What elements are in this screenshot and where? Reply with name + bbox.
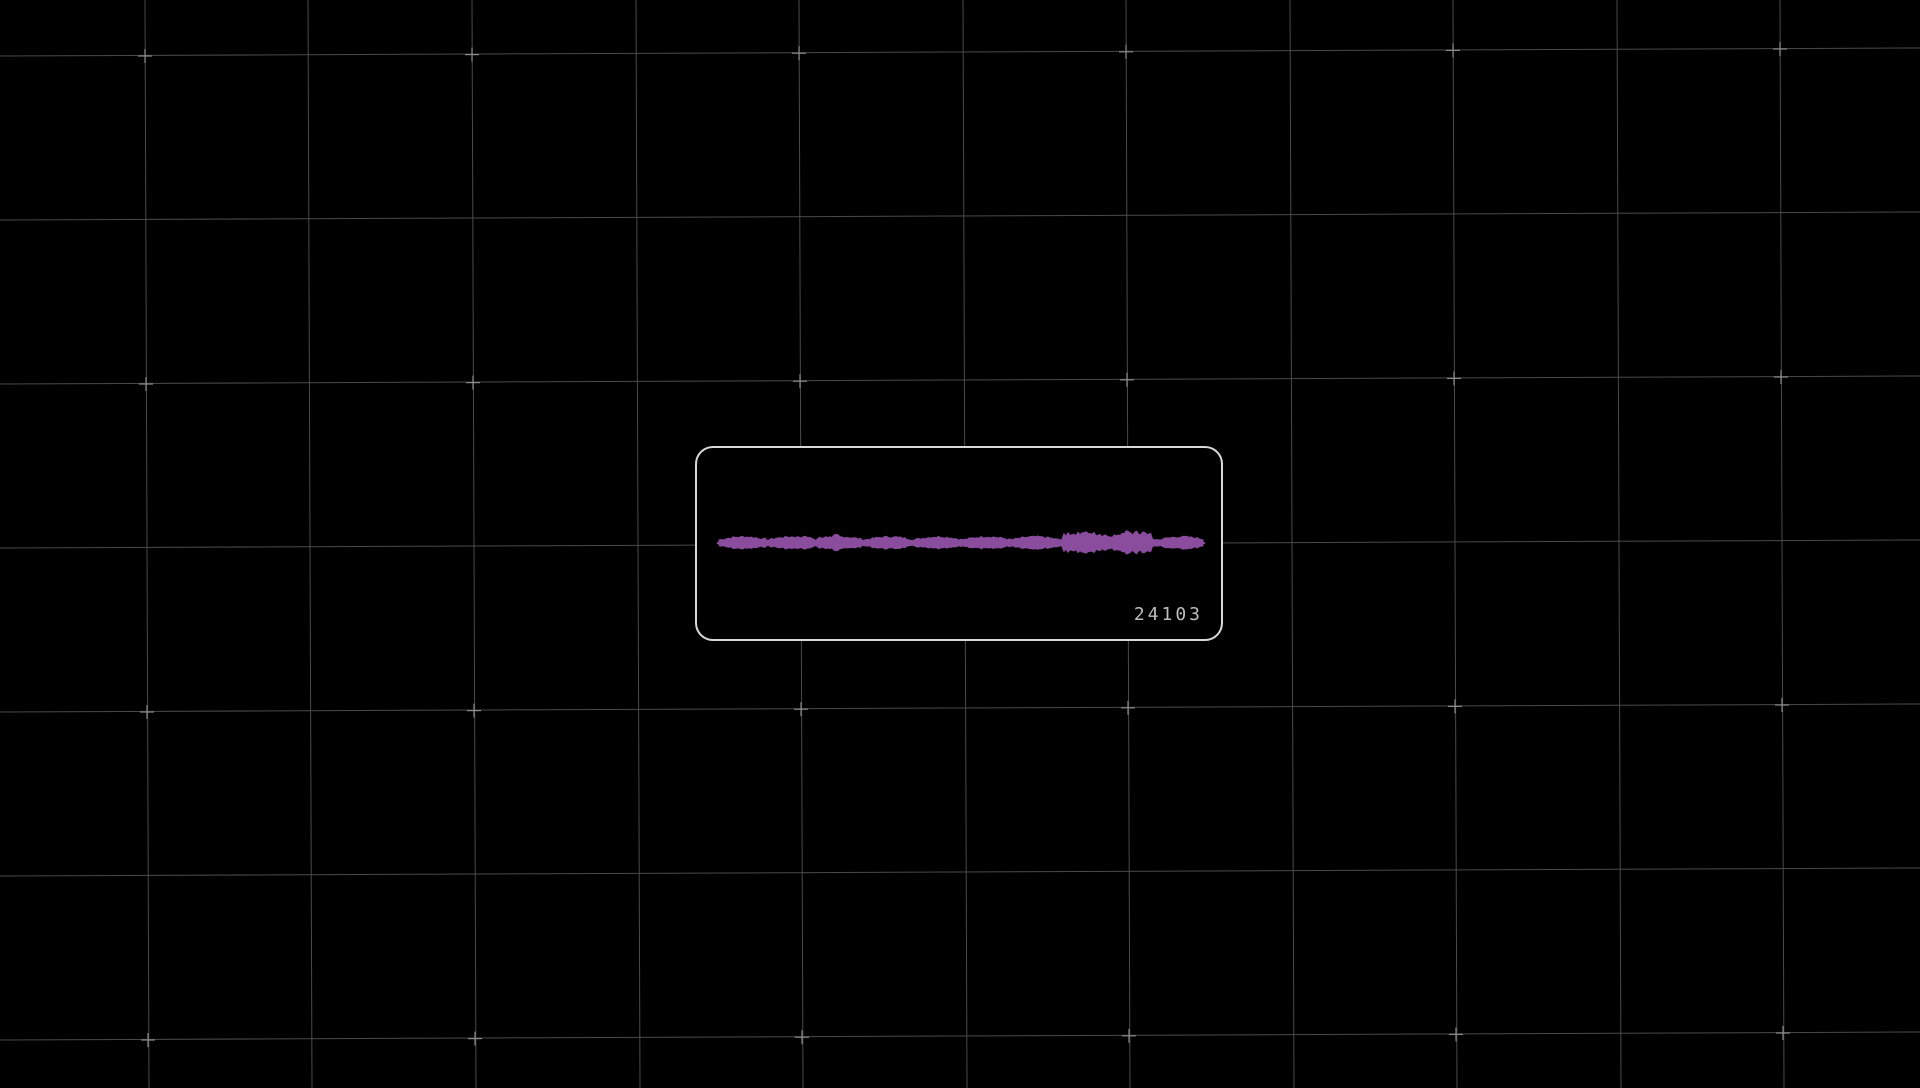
plus-cross-icon <box>792 46 806 61</box>
grid-line-vertical <box>1616 0 1622 1088</box>
plus-cross-icon <box>139 377 153 391</box>
plus-cross-icon <box>1122 1028 1136 1043</box>
grid-line-horizontal <box>0 211 1920 221</box>
plus-cross-icon <box>795 1030 809 1045</box>
plus-cross-icon <box>141 1033 155 1047</box>
plus-cross-icon <box>1774 370 1788 384</box>
plus-cross-icon <box>1446 43 1460 58</box>
plus-cross-icon <box>467 703 481 718</box>
plus-cross-icon <box>140 705 154 719</box>
plus-cross-icon <box>1776 1026 1790 1040</box>
grid-line-horizontal <box>0 47 1920 57</box>
plus-cross-icon <box>1121 700 1135 715</box>
plus-cross-icon <box>1449 1027 1463 1042</box>
plus-cross-icon <box>1448 699 1462 714</box>
plus-cross-icon <box>468 1031 482 1046</box>
canvas-stage: 24103 <box>0 0 1920 1088</box>
plus-cross-icon <box>794 702 808 717</box>
grid-line-horizontal <box>0 703 1920 713</box>
plus-cross-icon <box>1775 698 1789 712</box>
plus-cross-icon <box>1773 42 1787 56</box>
grid-line-vertical <box>471 0 477 1088</box>
grid-line-vertical <box>1289 0 1295 1088</box>
grid-line-vertical <box>1779 0 1785 1088</box>
sample-counter: 24103 <box>1133 604 1203 625</box>
grid-line-vertical <box>144 0 150 1088</box>
grid-line-horizontal <box>0 867 1920 877</box>
plus-cross-icon <box>138 49 152 63</box>
grid-line-vertical <box>307 0 313 1088</box>
plus-cross-icon <box>466 375 480 390</box>
plus-cross-icon <box>1119 44 1133 59</box>
grid-line-vertical <box>1452 0 1458 1088</box>
plus-cross-icon <box>465 47 479 62</box>
grid-line-horizontal <box>0 375 1920 385</box>
audio-waveform <box>717 530 1205 555</box>
plus-cross-icon <box>1447 371 1461 386</box>
grid-line-horizontal <box>0 1031 1920 1041</box>
plus-cross-icon <box>1120 372 1134 387</box>
plus-cross-icon <box>793 374 807 389</box>
grid-line-vertical <box>635 0 641 1088</box>
audio-waveform-panel[interactable]: 24103 <box>695 446 1223 641</box>
